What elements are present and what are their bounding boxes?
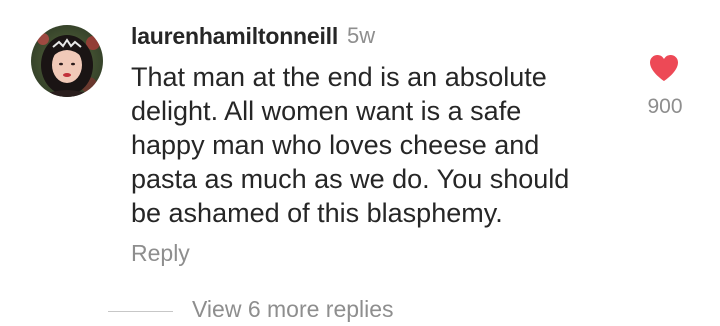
reply-button[interactable]: Reply	[131, 240, 190, 267]
comment-timestamp: 5w	[347, 23, 376, 48]
view-more-replies-button[interactable]: View 6 more replies	[192, 296, 394, 323]
comment-username[interactable]: laurenhamiltonneill	[131, 23, 338, 50]
comment: laurenhamiltonneill 5w That man at the e…	[0, 0, 720, 326]
like-button[interactable]	[649, 54, 679, 82]
like-count: 900	[647, 95, 683, 118]
comment-text: That man at the end is an absolute delig…	[131, 62, 570, 228]
heart-icon	[650, 55, 678, 81]
avatar[interactable]	[31, 25, 103, 97]
replies-divider	[108, 311, 173, 312]
avatar-image	[31, 25, 103, 97]
